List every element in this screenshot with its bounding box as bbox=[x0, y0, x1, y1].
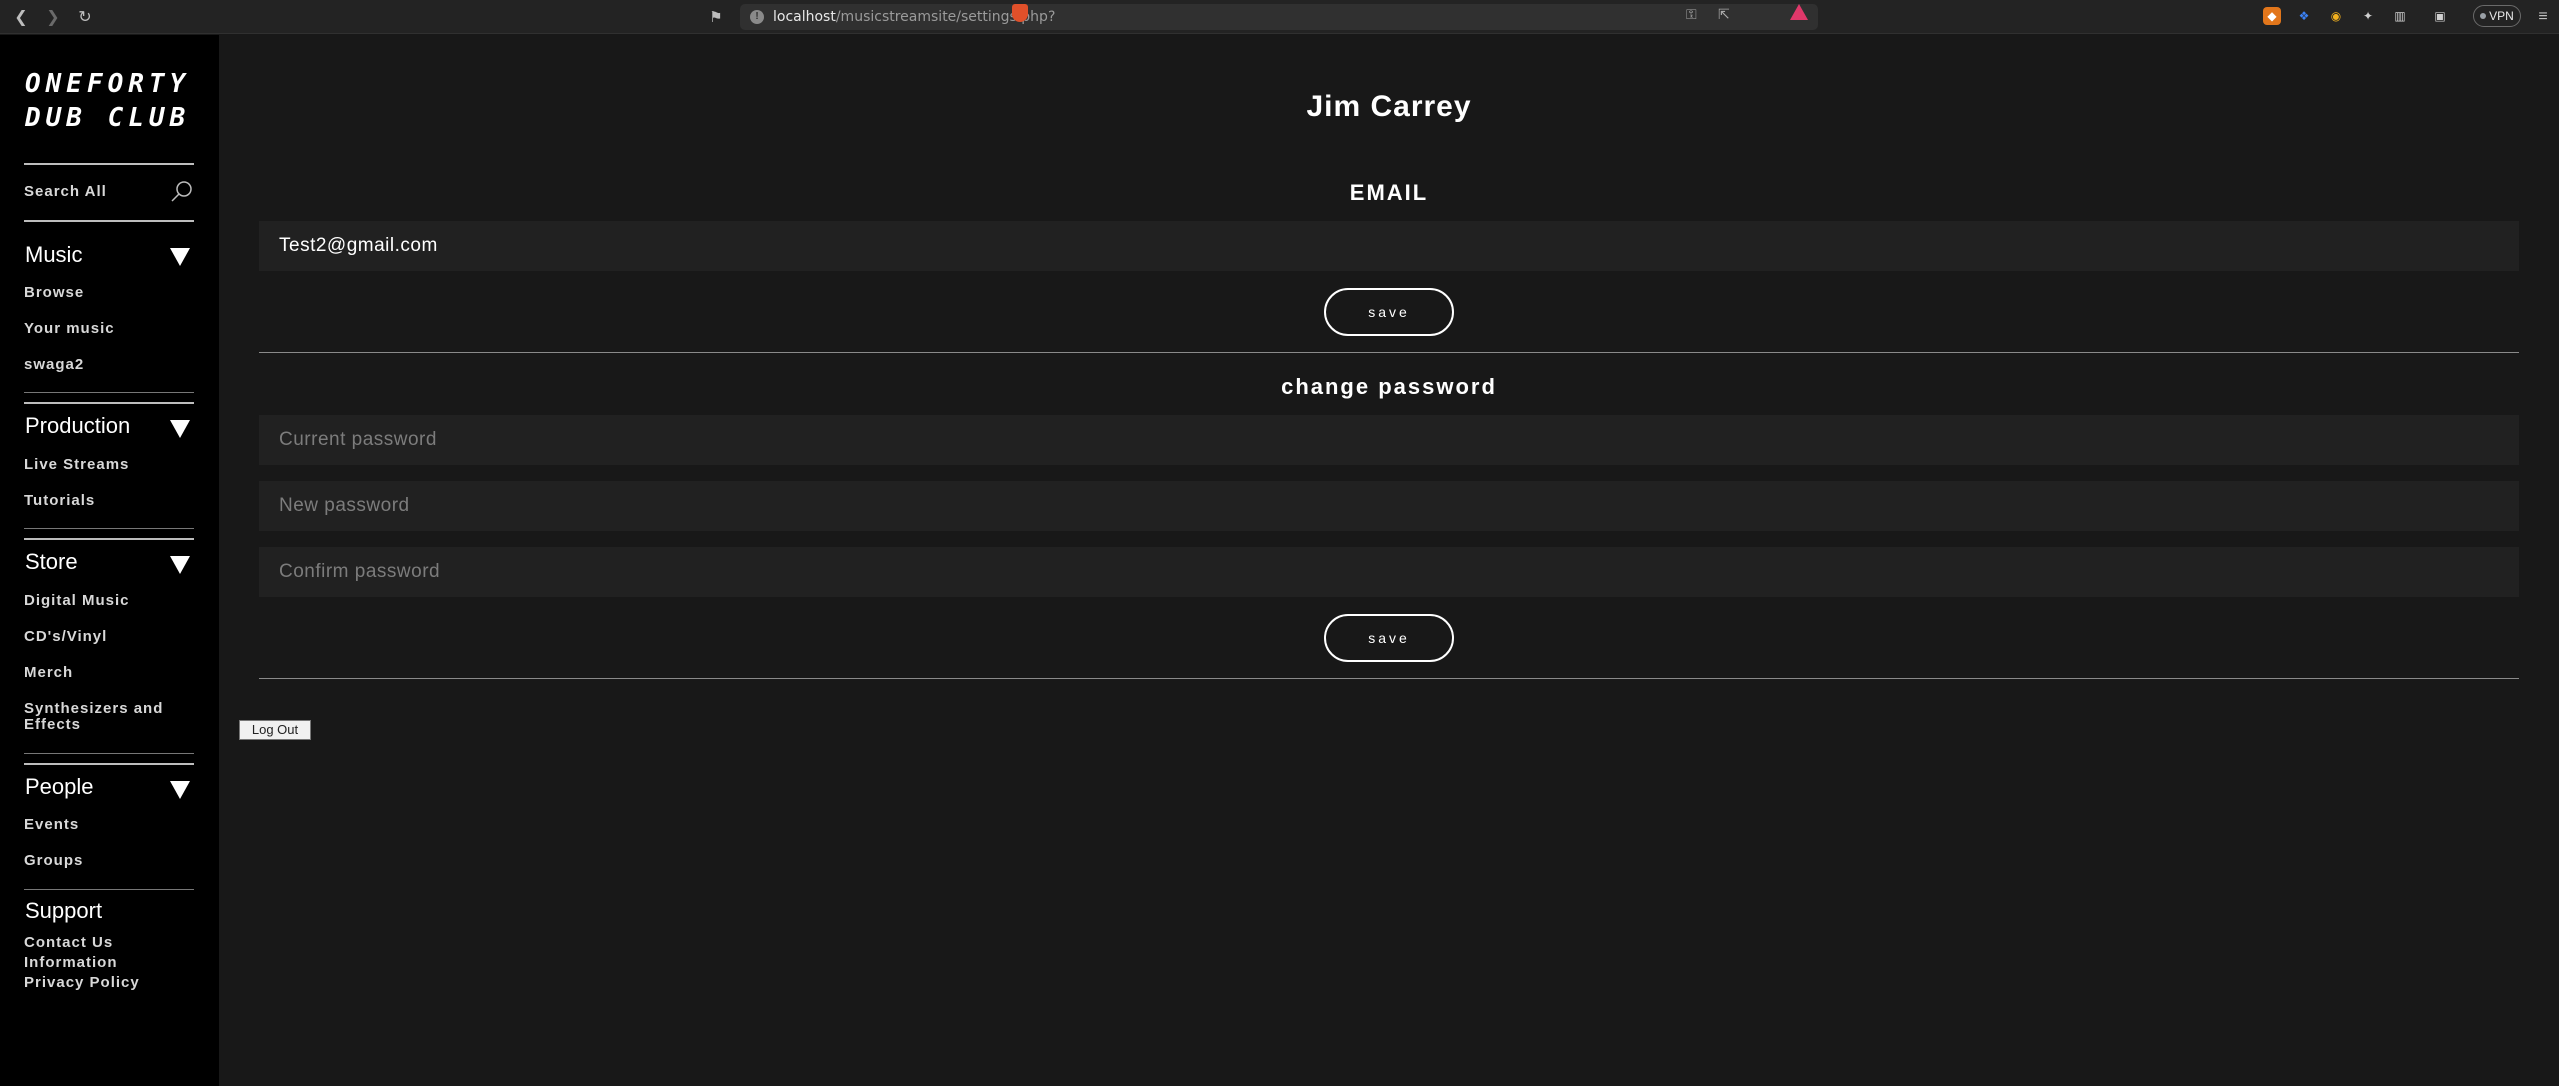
new-password-field[interactable] bbox=[259, 481, 2519, 531]
sidebar-item-events[interactable]: Events bbox=[24, 817, 79, 833]
logout-button[interactable]: Log Out bbox=[239, 720, 311, 740]
key-icon[interactable]: ⚿ bbox=[1686, 7, 1697, 23]
settings-content: Jim Carrey EMAIL save change password sa… bbox=[219, 35, 2559, 1086]
email-heading: EMAIL bbox=[1349, 180, 1429, 205]
sidebar-item-privacy-policy[interactable]: Privacy Policy bbox=[24, 975, 140, 991]
chevron-down-icon[interactable] bbox=[170, 248, 190, 266]
metamask-icon[interactable]: ◆ bbox=[2263, 7, 2281, 25]
chevron-down-icon[interactable] bbox=[170, 781, 190, 799]
divider bbox=[24, 220, 194, 222]
search-input[interactable]: Search All bbox=[24, 183, 107, 200]
section-production-title[interactable]: Production bbox=[25, 413, 130, 439]
divider bbox=[24, 392, 194, 393]
sidebar-item-your-music[interactable]: Your music bbox=[24, 321, 115, 337]
divider bbox=[259, 678, 2519, 679]
profile-name: Jim Carrey bbox=[1306, 90, 1472, 123]
section-music-title[interactable]: Music bbox=[25, 242, 82, 268]
extension-icon[interactable]: ❖ bbox=[2295, 7, 2313, 25]
divider bbox=[24, 753, 194, 754]
sidebar-item-information[interactable]: Information bbox=[24, 955, 118, 971]
chevron-down-icon[interactable] bbox=[170, 556, 190, 574]
brave-rewards-icon[interactable] bbox=[1790, 4, 1808, 20]
sidebar-item-cds-vinyl[interactable]: CD's/Vinyl bbox=[24, 629, 107, 645]
sidebar-item-browse[interactable]: Browse bbox=[24, 285, 84, 301]
share-icon[interactable]: ⇱ bbox=[1718, 7, 1730, 23]
section-store-title[interactable]: Store bbox=[25, 549, 78, 575]
sidebar-item-contact-us[interactable]: Contact Us bbox=[24, 935, 113, 951]
password-heading: change password bbox=[1281, 374, 1497, 399]
site-logo[interactable]: ONEFORTY DUB CLUB bbox=[25, 67, 195, 135]
extension-icon[interactable]: ◉ bbox=[2327, 7, 2345, 25]
reload-icon[interactable]: ↻ bbox=[74, 6, 96, 28]
logo-line2: DUB CLUB bbox=[25, 103, 191, 133]
email-field[interactable] bbox=[259, 221, 2519, 271]
divider bbox=[259, 352, 2519, 353]
url-host: localhost bbox=[773, 9, 836, 25]
vpn-status-icon bbox=[2480, 13, 2487, 19]
chevron-down-icon[interactable] bbox=[170, 420, 190, 438]
bookmark-icon[interactable]: ⚑ bbox=[706, 6, 726, 28]
sidebar-item-digital-music[interactable]: Digital Music bbox=[24, 593, 130, 609]
save-password-button[interactable]: save bbox=[1324, 614, 1454, 662]
confirm-password-field[interactable] bbox=[259, 547, 2519, 597]
vpn-button[interactable]: VPN bbox=[2473, 5, 2521, 27]
brave-shield-icon[interactable] bbox=[1012, 4, 1028, 22]
divider bbox=[24, 163, 194, 165]
divider bbox=[24, 402, 194, 404]
sidebar-item-merch[interactable]: Merch bbox=[24, 665, 73, 681]
menu-icon[interactable]: ≡ bbox=[2533, 6, 2553, 28]
back-arrow-icon[interactable]: ❮ bbox=[10, 6, 32, 28]
section-people-title[interactable]: People bbox=[25, 774, 94, 800]
divider bbox=[24, 763, 194, 765]
sidebar: ONEFORTY DUB CLUB Search All Music Brows… bbox=[0, 35, 219, 1086]
divider bbox=[24, 538, 194, 540]
browser-toolbar: ❮ ❯ ↻ ⚑ ! localhost/musicstreamsite/sett… bbox=[0, 0, 2559, 34]
wallet-icon[interactable]: ▣ bbox=[2431, 7, 2449, 25]
sidebar-item-swaga2[interactable]: swaga2 bbox=[24, 357, 84, 373]
address-bar[interactable]: ! localhost/musicstreamsite/settings.php… bbox=[740, 4, 1818, 30]
current-password-field[interactable] bbox=[259, 415, 2519, 465]
sidebar-item-synthesizers[interactable]: Synthesizers and Effects bbox=[24, 701, 174, 733]
save-email-button[interactable]: save bbox=[1324, 288, 1454, 336]
divider bbox=[24, 889, 194, 890]
forward-arrow-icon[interactable]: ❯ bbox=[42, 6, 64, 28]
search-icon[interactable] bbox=[170, 180, 194, 204]
vpn-label: VPN bbox=[2489, 9, 2514, 23]
sidebar-item-groups[interactable]: Groups bbox=[24, 853, 83, 869]
section-support-title[interactable]: Support bbox=[25, 898, 102, 924]
extensions-puzzle-icon[interactable]: ✦ bbox=[2359, 7, 2377, 25]
sidebar-item-tutorials[interactable]: Tutorials bbox=[24, 493, 95, 509]
logo-line1: ONEFORTY bbox=[25, 69, 191, 99]
sidebar-icon[interactable]: ▥ bbox=[2391, 7, 2409, 25]
divider bbox=[24, 528, 194, 529]
site-info-icon[interactable]: ! bbox=[750, 10, 764, 24]
sidebar-item-live-streams[interactable]: Live Streams bbox=[24, 457, 129, 473]
